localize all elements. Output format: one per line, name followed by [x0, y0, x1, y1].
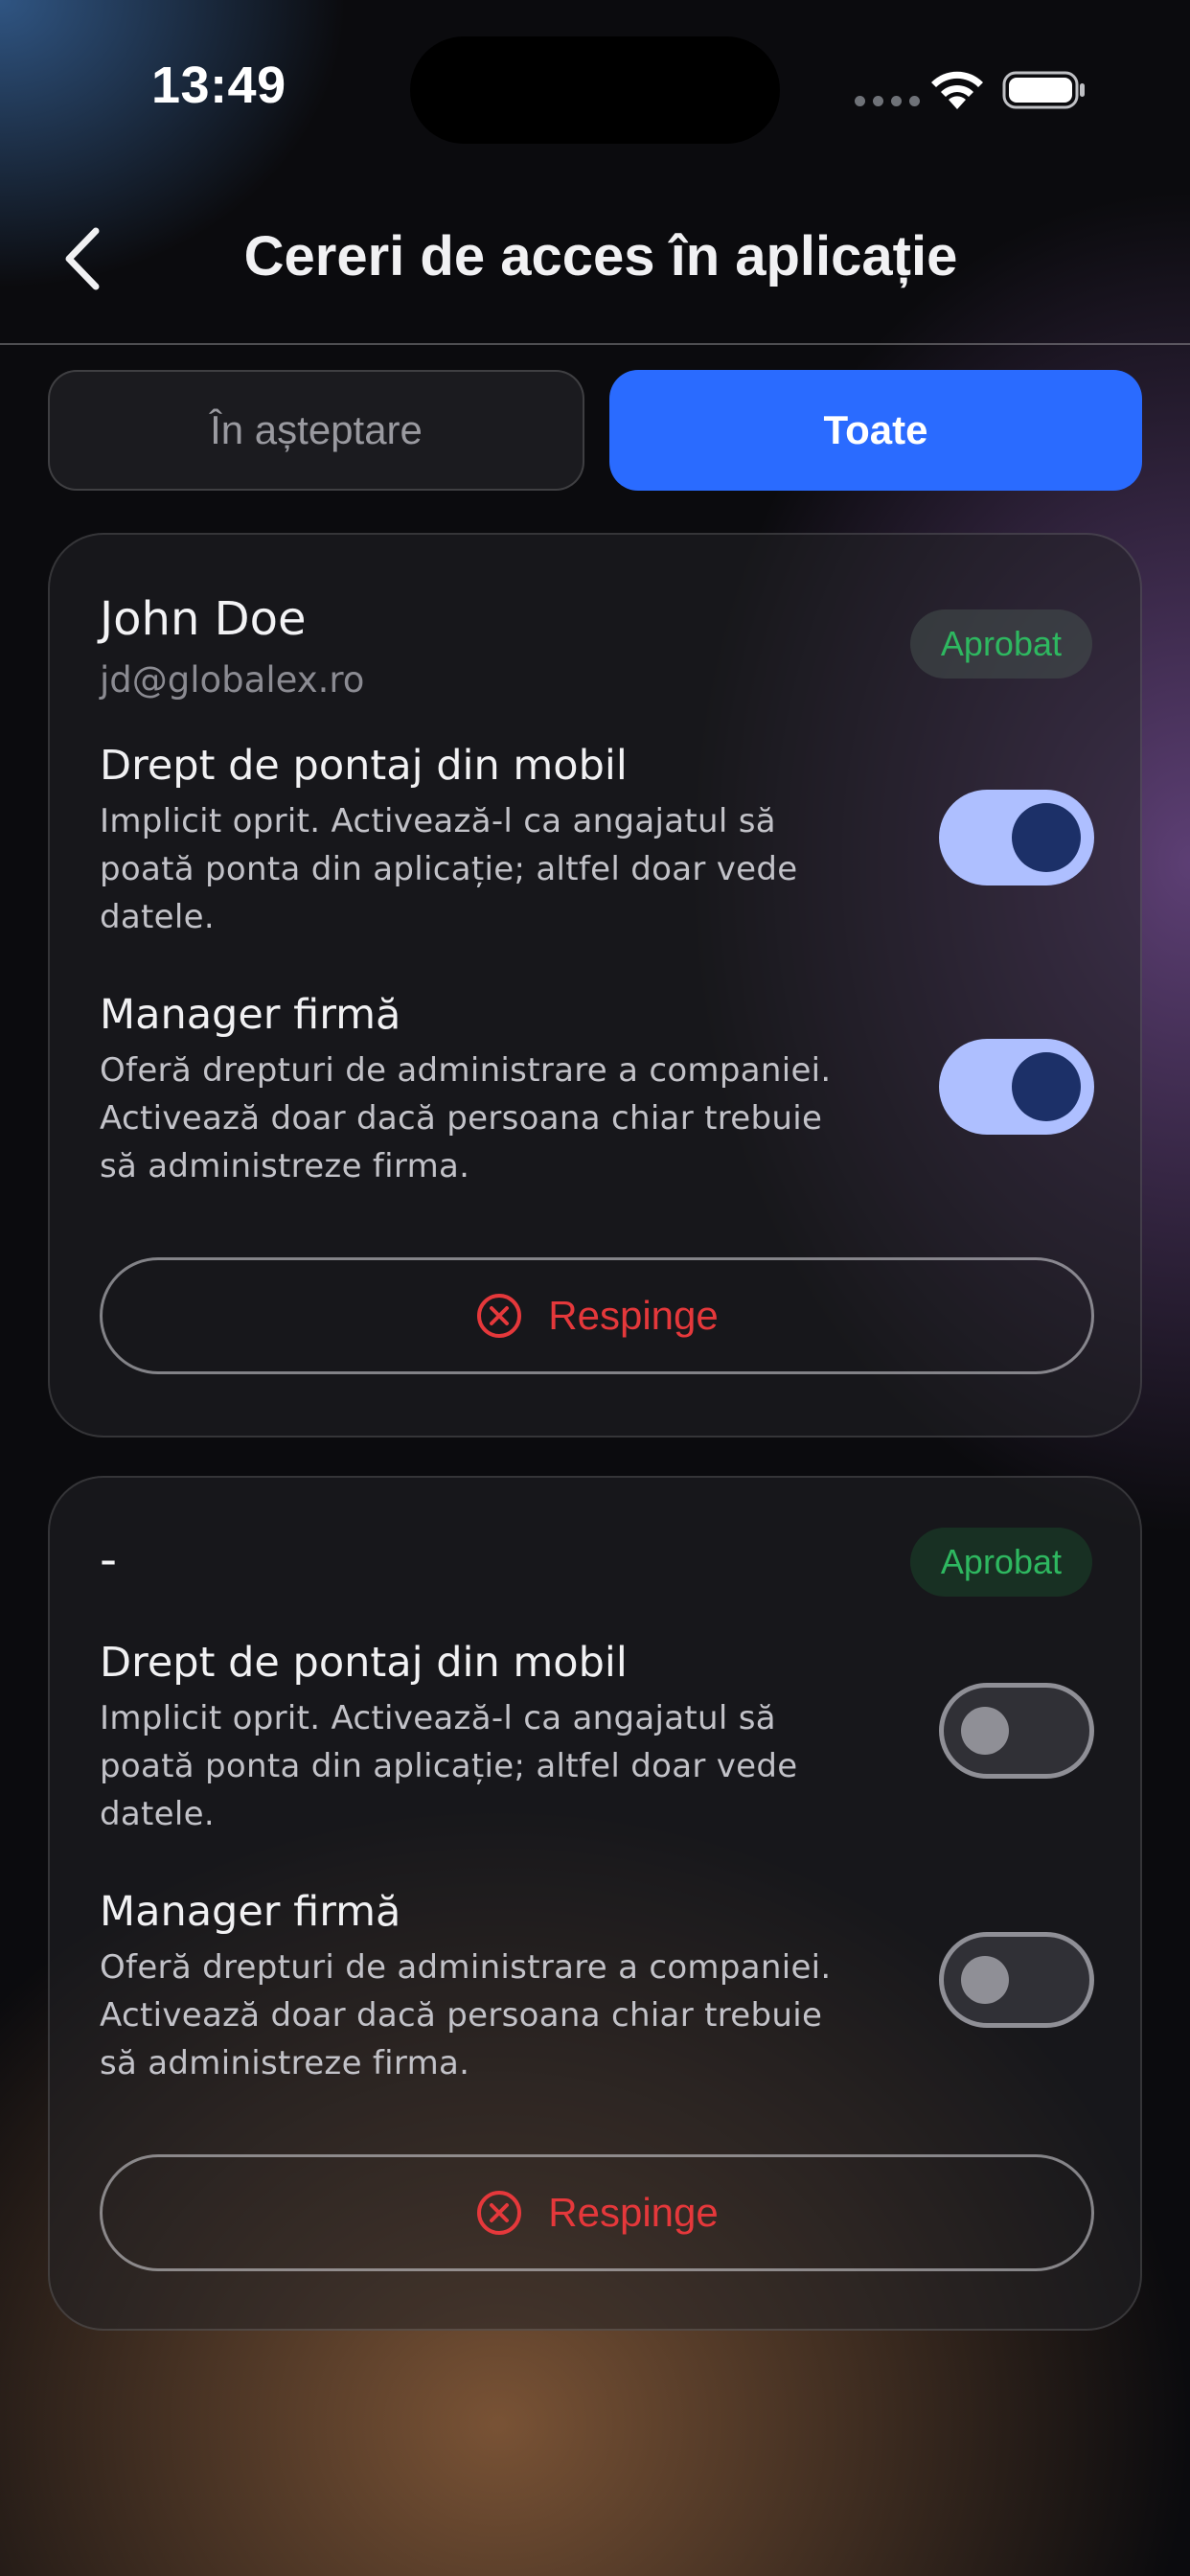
header-divider: [0, 343, 1190, 345]
permission-description: Implicit oprit. Activează-l ca angajatul…: [100, 1699, 798, 1833]
permission-company-manager: Manager firmă Oferă drepturi de administ…: [100, 991, 1094, 1190]
permission-description: Oferă drepturi de administrare a compani…: [100, 1051, 832, 1185]
reject-label: Respinge: [548, 2190, 719, 2235]
wifi-icon: [931, 71, 983, 109]
toggle-knob: [961, 1707, 1009, 1755]
permission-description: Oferă drepturi de administrare a compani…: [100, 1948, 832, 2082]
permission-title: Drept de pontaj din mobil: [100, 742, 628, 790]
x-circle-icon: [477, 2191, 522, 2235]
company-manager-toggle[interactable]: [939, 1039, 1094, 1135]
permission-company-manager: Manager firmă Oferă drepturi de administ…: [100, 1888, 1094, 2087]
permission-title: Drept de pontaj din mobil: [100, 1639, 628, 1687]
company-manager-toggle[interactable]: [939, 1932, 1094, 2028]
status-badge: Aprobat: [909, 610, 1092, 678]
status-time: 13:49: [151, 57, 286, 114]
header: Cereri de acces în aplicație: [0, 192, 1190, 345]
toggle-knob: [1012, 803, 1081, 872]
tab-pending[interactable]: În așteptare: [48, 370, 584, 491]
permission-mobile-timekeeping: Drept de pontaj din mobil Implicit oprit…: [100, 742, 1094, 941]
user-name: John Doe: [100, 592, 307, 646]
request-card: - Aprobat Drept de pontaj din mobil Impl…: [48, 1476, 1142, 2331]
tab-all[interactable]: Toate: [609, 370, 1142, 491]
reject-button[interactable]: Respinge: [100, 2154, 1094, 2271]
user-email: jd@globalex.ro: [100, 659, 365, 701]
x-circle-icon: [477, 1294, 522, 1338]
filter-tabs: În așteptare Toate: [48, 370, 1142, 491]
permission-description: Implicit oprit. Activează-l ca angajatul…: [100, 802, 798, 936]
toggle-knob: [1012, 1052, 1081, 1121]
user-name: -: [100, 1531, 118, 1587]
reject-label: Respinge: [548, 1293, 719, 1338]
mobile-timekeeping-toggle[interactable]: [939, 790, 1094, 886]
toggle-knob: [961, 1956, 1009, 2004]
permission-mobile-timekeeping: Drept de pontaj din mobil Implicit oprit…: [100, 1639, 1094, 1838]
status-badge: Aprobat: [909, 1528, 1092, 1597]
dynamic-island: [410, 36, 780, 144]
permission-title: Manager firmă: [100, 1888, 401, 1936]
cellular-signal-icon: [855, 96, 920, 106]
status-bar: 13:49: [0, 0, 1190, 182]
reject-button[interactable]: Respinge: [100, 1257, 1094, 1374]
request-card: John Doe jd@globalex.ro Aprobat Drept de…: [48, 533, 1142, 1438]
battery-icon: [1002, 71, 1085, 109]
permission-title: Manager firmă: [100, 991, 401, 1039]
page-title: Cereri de acces în aplicație: [243, 225, 958, 288]
mobile-timekeeping-toggle[interactable]: [939, 1683, 1094, 1779]
